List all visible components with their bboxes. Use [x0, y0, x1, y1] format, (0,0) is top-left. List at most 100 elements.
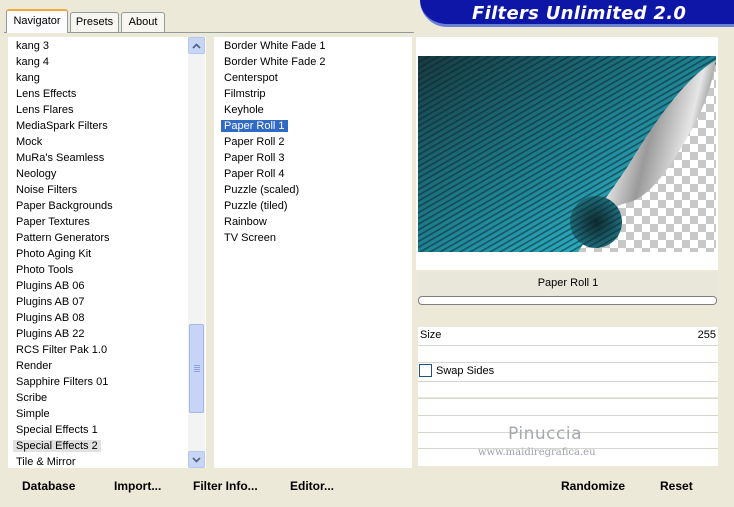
filter-list-item-label: TV Screen: [224, 232, 276, 244]
scroll-up-button[interactable]: [188, 37, 205, 54]
category-list-item[interactable]: Special Effects 1: [16, 422, 98, 438]
category-list-item[interactable]: Plugins AB 07: [16, 294, 85, 310]
category-list-item-label: kang: [16, 72, 40, 84]
category-list-item-label: Lens Flares: [16, 104, 74, 116]
category-list-item[interactable]: Tile & Mirror: [16, 454, 75, 470]
randomize-button[interactable]: Randomize: [561, 475, 625, 497]
category-list-item-label: kang 4: [16, 56, 50, 68]
category-list-item[interactable]: MuRa's Seamless: [16, 150, 104, 166]
filter-list-item-label: Keyhole: [224, 104, 264, 116]
filter-list-item[interactable]: Rainbow: [224, 214, 267, 230]
category-list-item-label: Photo Tools: [16, 264, 74, 276]
category-list-item-label: Plugins AB 22: [16, 328, 85, 340]
size-row: [418, 327, 718, 345]
filter-list-item-label: Puzzle (scaled): [224, 184, 300, 196]
empty-row: [418, 399, 718, 415]
filter-list-item[interactable]: Paper Roll 3: [224, 150, 285, 166]
category-list-item[interactable]: Sapphire Filters 01: [16, 374, 108, 390]
filter-list-item[interactable]: Border White Fade 2: [224, 54, 326, 70]
watermark-name: Pinuccia: [508, 424, 582, 444]
import-button[interactable]: Import...: [114, 475, 161, 497]
category-list-item-label: Mock: [16, 136, 43, 148]
category-list-item-label: Sapphire Filters 01: [16, 376, 109, 388]
database-button[interactable]: Database: [22, 475, 75, 497]
watermark-url: www.maidiregrafica.eu: [478, 447, 596, 458]
category-list-item-label: Simple: [16, 408, 50, 420]
category-list-item[interactable]: Photo Aging Kit: [16, 246, 91, 262]
filter-list-item-label: Rainbow: [224, 216, 267, 228]
category-list-item[interactable]: Paper Textures: [16, 214, 90, 230]
category-list-item[interactable]: RCS Filter Pak 1.0: [16, 342, 107, 358]
scroll-thumb[interactable]: [189, 324, 204, 413]
category-list-item[interactable]: Plugins AB 06: [16, 278, 85, 294]
category-list-item[interactable]: Scribe: [16, 390, 47, 406]
category-list-item-label: Scribe: [16, 392, 48, 404]
category-list-item[interactable]: Render: [16, 358, 52, 374]
category-list-item-label: Plugins AB 07: [16, 296, 85, 308]
filter-list-item[interactable]: Paper Roll 4: [224, 166, 285, 182]
filter-list-item[interactable]: Paper Roll 1: [221, 118, 288, 134]
reset-button[interactable]: Reset: [660, 475, 693, 497]
category-list-item[interactable]: Special Effects 2: [13, 438, 101, 454]
category-list-item[interactable]: Simple: [16, 406, 50, 422]
empty-row: [418, 346, 718, 362]
category-list-item[interactable]: kang 3: [16, 38, 49, 54]
filter-list-item-label: Paper Roll 1: [221, 120, 288, 132]
swap-sides-label: Swap Sides: [436, 365, 495, 377]
filter-list-item[interactable]: Filmstrip: [224, 86, 266, 102]
category-list-item-label: MuRa's Seamless: [16, 152, 105, 164]
category-list-item-label: Pattern Generators: [16, 232, 110, 244]
category-list-item[interactable]: kang: [16, 70, 40, 86]
size-value[interactable]: 255: [690, 328, 716, 342]
category-list-item-label: RCS Filter Pak 1.0: [16, 344, 108, 356]
filter-list-item[interactable]: Border White Fade 1: [224, 38, 326, 54]
category-list-item-label: Render: [16, 360, 53, 372]
category-list-item[interactable]: Plugins AB 08: [16, 310, 85, 326]
swap-sides-checkbox[interactable]: [419, 364, 432, 377]
filter-list-item-label: Paper Roll 2: [224, 136, 285, 148]
category-list-item-label: Photo Aging Kit: [16, 248, 92, 260]
category-list-item-label: Tile & Mirror: [16, 456, 76, 468]
category-list-item-label: Paper Textures: [16, 216, 90, 228]
preview-image: [418, 56, 716, 252]
filter-list-item-label: Paper Roll 4: [224, 168, 285, 180]
category-list-item[interactable]: Lens Effects: [16, 86, 76, 102]
chevron-up-icon: [192, 42, 201, 49]
chevron-down-icon: [192, 456, 201, 463]
filter-list-item[interactable]: Puzzle (tiled): [224, 198, 288, 214]
category-list-item[interactable]: Pattern Generators: [16, 230, 110, 246]
tab-navigator[interactable]: Navigator: [6, 9, 68, 33]
filter-list-item-label: Filmstrip: [224, 88, 266, 100]
category-list-item[interactable]: Mock: [16, 134, 42, 150]
category-list-item-label: Noise Filters: [16, 184, 78, 196]
editor-button[interactable]: Editor...: [290, 475, 334, 497]
category-list-item-label: Plugins AB 06: [16, 280, 85, 292]
category-list-item[interactable]: MediaSpark Filters: [16, 118, 108, 134]
filter-name-label: Paper Roll 1: [418, 272, 718, 296]
category-list-item-label: Paper Backgrounds: [16, 200, 113, 212]
category-list-item[interactable]: kang 4: [16, 54, 49, 70]
progress-bar: [418, 296, 717, 305]
category-list-item[interactable]: Plugins AB 22: [16, 326, 85, 342]
category-list-item-label: MediaSpark Filters: [16, 120, 108, 132]
category-list-item[interactable]: Paper Backgrounds: [16, 198, 113, 214]
empty-row: [418, 382, 718, 397]
filter-info-button[interactable]: Filter Info...: [193, 475, 258, 497]
app-title: Filters Unlimited 2.0: [472, 3, 687, 24]
filter-list-item[interactable]: Paper Roll 2: [224, 134, 285, 150]
category-list-item-label: Plugins AB 08: [16, 312, 85, 324]
filter-list-item[interactable]: TV Screen: [224, 230, 276, 246]
filter-list-item-label: Centerspot: [224, 72, 278, 84]
filter-list-item[interactable]: Keyhole: [224, 102, 264, 118]
category-list-item[interactable]: Lens Flares: [16, 102, 73, 118]
filter-list-item-label: Border White Fade 1: [224, 40, 326, 52]
filter-list-item[interactable]: Centerspot: [224, 70, 278, 86]
category-list-item[interactable]: Photo Tools: [16, 262, 73, 278]
tab-about[interactable]: About: [121, 12, 165, 32]
category-list-item-label: kang 3: [16, 40, 50, 52]
scroll-down-button[interactable]: [188, 451, 205, 468]
category-list-item[interactable]: Noise Filters: [16, 182, 77, 198]
filter-list-item[interactable]: Puzzle (scaled): [224, 182, 299, 198]
category-list-item[interactable]: Neology: [16, 166, 56, 182]
tab-presets[interactable]: Presets: [70, 12, 119, 32]
